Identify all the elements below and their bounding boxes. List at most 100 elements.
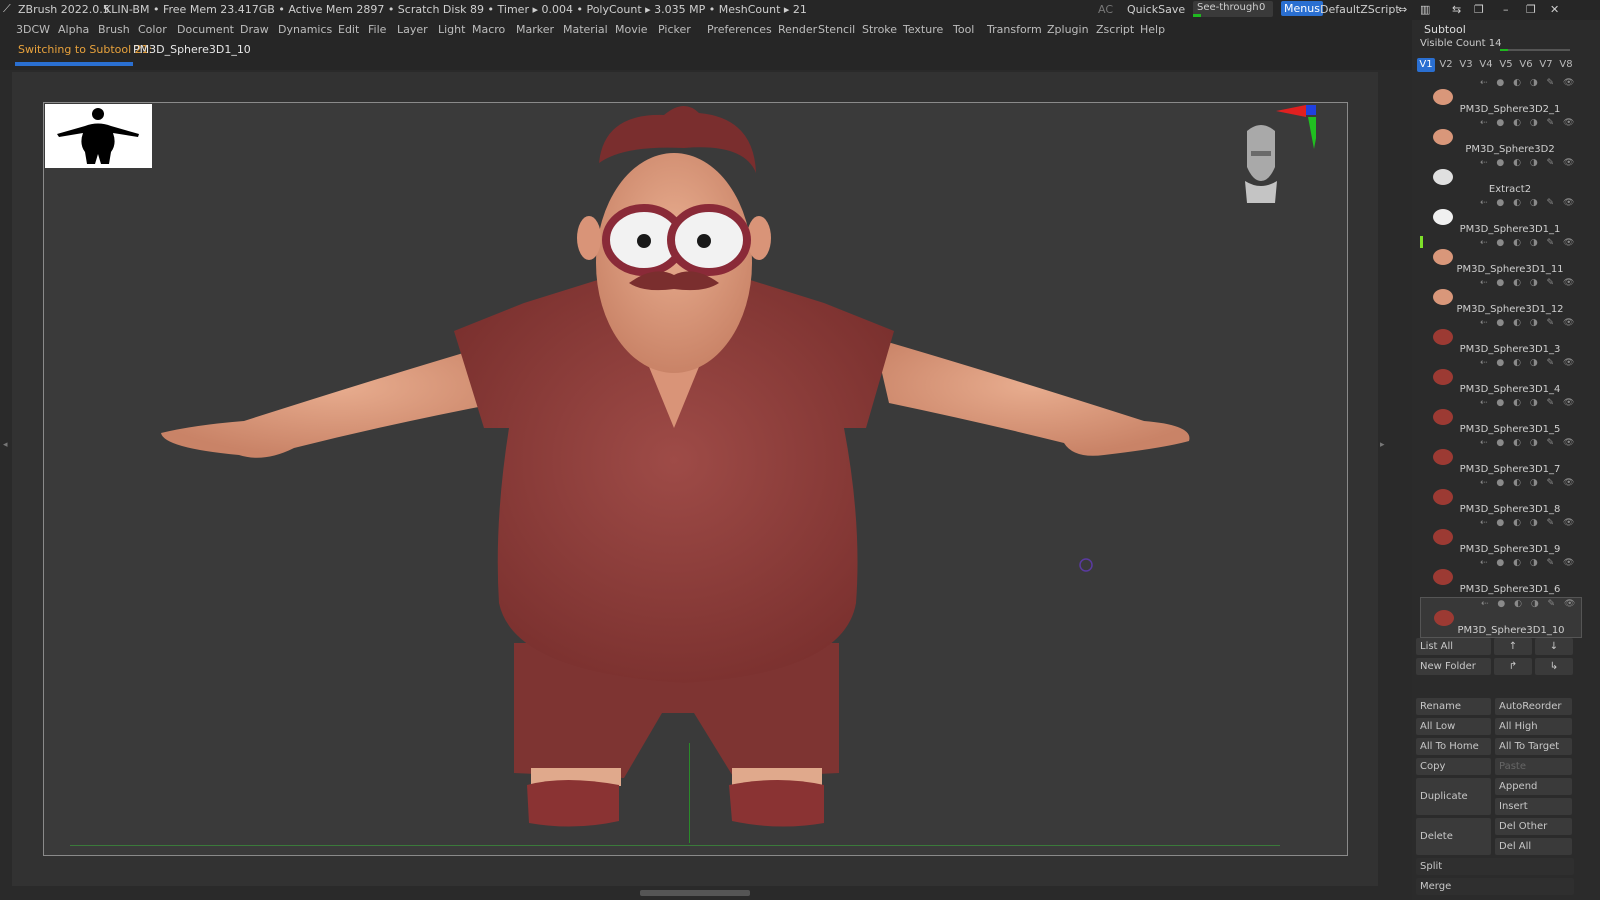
- copy-button[interactable]: Copy: [1416, 758, 1491, 775]
- subtool-toggle-icons[interactable]: ⇠ ● ◐ ◑ ✎ 👁: [1481, 599, 1578, 609]
- default-zscript[interactable]: DefaultZScript: [1320, 3, 1400, 16]
- del-all-button[interactable]: Del All: [1495, 838, 1572, 855]
- subtool-toggle-icons[interactable]: ⇠ ● ◐ ◑ ✎ 👁: [1480, 158, 1577, 168]
- rename-button[interactable]: Rename: [1416, 698, 1491, 715]
- delete-button[interactable]: Delete: [1416, 818, 1491, 855]
- subtool-item[interactable]: ⇠ ● ◐ ◑ ✎ 👁 PM3D_Sphere3D1_4: [1420, 357, 1580, 396]
- subtool-item[interactable]: ⇠ ● ◐ ◑ ✎ 👁 PM3D_Sphere3D1_7: [1420, 437, 1580, 476]
- subtool-toggle-icons[interactable]: ⇠ ● ◐ ◑ ✎ 👁: [1480, 238, 1577, 248]
- document-canvas[interactable]: [43, 102, 1348, 856]
- subtool-item[interactable]: ⇠ ● ◐ ◑ ✎ 👁 PM3D_Sphere3D1_12: [1420, 277, 1580, 316]
- menu-movie[interactable]: Movie: [615, 23, 648, 36]
- all-low-button[interactable]: All Low: [1416, 718, 1491, 735]
- menu-macro[interactable]: Macro: [472, 23, 505, 36]
- all-high-button[interactable]: All High: [1495, 718, 1572, 735]
- right-shelf-handle[interactable]: ▸: [1380, 440, 1385, 470]
- menu-light[interactable]: Light: [438, 23, 465, 36]
- close-icon[interactable]: ✕: [1550, 3, 1559, 16]
- bottom-shelf-handle[interactable]: [640, 890, 750, 896]
- merge-button[interactable]: Merge: [1416, 878, 1574, 895]
- character-model[interactable]: [44, 103, 1349, 857]
- menu-help[interactable]: Help: [1140, 23, 1165, 36]
- ac-label[interactable]: AC: [1098, 3, 1113, 16]
- subtool-toggle-icons[interactable]: ⇠ ● ◐ ◑ ✎ 👁: [1480, 118, 1577, 128]
- menu-edit[interactable]: Edit: [338, 23, 359, 36]
- insert-button[interactable]: Insert: [1495, 798, 1572, 815]
- subtool-toggle-icons[interactable]: ⇠ ● ◐ ◑ ✎ 👁: [1480, 518, 1577, 528]
- new-folder-button[interactable]: New Folder: [1416, 658, 1491, 675]
- menu-layer[interactable]: Layer: [397, 23, 428, 36]
- version-tab-v6[interactable]: V6: [1517, 58, 1535, 72]
- menu-preferences[interactable]: Preferences: [707, 23, 772, 36]
- version-tab-v3[interactable]: V3: [1457, 58, 1475, 72]
- version-tab-v5[interactable]: V5: [1497, 58, 1515, 72]
- version-tab-v8[interactable]: V8: [1557, 58, 1575, 72]
- quicksave-button[interactable]: QuickSave: [1127, 3, 1185, 16]
- subtool-item[interactable]: ⇠ ● ◐ ◑ ✎ 👁 PM3D_Sphere3D1_3: [1420, 317, 1580, 356]
- subtool-item[interactable]: ⇠ ● ◐ ◑ ✎ 👁 PM3D_Sphere3D1_5: [1420, 397, 1580, 436]
- all-to-home-button[interactable]: All To Home: [1416, 738, 1491, 755]
- version-tab-v7[interactable]: V7: [1537, 58, 1555, 72]
- menu-stroke[interactable]: Stroke: [862, 23, 897, 36]
- menu-marker[interactable]: Marker: [516, 23, 554, 36]
- visible-count-slider[interactable]: [1500, 49, 1570, 51]
- undo-history-icon[interactable]: ⇆: [1452, 3, 1461, 16]
- menu-color[interactable]: Color: [138, 23, 167, 36]
- autoreorder-button[interactable]: AutoReorder: [1495, 698, 1572, 715]
- subtool-item[interactable]: ⇠ ● ◐ ◑ ✎ 👁 PM3D_Sphere3D1_10: [1420, 597, 1582, 638]
- subtool-item[interactable]: ⇠ ● ◐ ◑ ✎ 👁 PM3D_Sphere3D1_8: [1420, 477, 1580, 516]
- append-button[interactable]: Append: [1495, 778, 1572, 795]
- layout-icon[interactable]: ⇔: [1398, 3, 1407, 16]
- list-all-button[interactable]: List All: [1416, 638, 1491, 655]
- folder-back-button[interactable]: ↳: [1535, 658, 1573, 675]
- subtool-item[interactable]: ⇠ ● ◐ ◑ ✎ 👁 PM3D_Sphere3D1_9: [1420, 517, 1580, 556]
- move-down-button[interactable]: ↓: [1535, 638, 1573, 655]
- version-tab-v1[interactable]: V1: [1417, 58, 1435, 72]
- del-other-button[interactable]: Del Other: [1495, 818, 1572, 835]
- subtool-item[interactable]: ⇠ ● ◐ ◑ ✎ 👁 Extract2: [1420, 157, 1580, 196]
- menu-transform[interactable]: Transform: [987, 23, 1042, 36]
- split-button[interactable]: Split: [1416, 858, 1574, 875]
- duplicate-button[interactable]: Duplicate: [1416, 778, 1491, 815]
- seethrough-slider[interactable]: See-through 0: [1193, 1, 1273, 17]
- subtool-toggle-icons[interactable]: ⇠ ● ◐ ◑ ✎ 👁: [1480, 398, 1577, 408]
- move-up-button[interactable]: ↑: [1494, 638, 1532, 655]
- menu-file[interactable]: File: [368, 23, 386, 36]
- menu-stencil[interactable]: Stencil: [818, 23, 855, 36]
- minimize-icon[interactable]: –: [1503, 3, 1509, 16]
- all-to-target-button[interactable]: All To Target: [1495, 738, 1572, 755]
- subtool-toggle-icons[interactable]: ⇠ ● ◐ ◑ ✎ 👁: [1480, 318, 1577, 328]
- menu-3dcw[interactable]: 3DCW: [16, 23, 50, 36]
- subtool-toggle-icons[interactable]: ⇠ ● ◐ ◑ ✎ 👁: [1480, 278, 1577, 288]
- menu-document[interactable]: Document: [177, 23, 234, 36]
- menu-texture[interactable]: Texture: [903, 23, 943, 36]
- menu-tool[interactable]: Tool: [953, 23, 974, 36]
- menu-zplugin[interactable]: Zplugin: [1047, 23, 1089, 36]
- subtool-item[interactable]: ⇠ ● ◐ ◑ ✎ 👁 PM3D_Sphere3D2: [1420, 117, 1580, 156]
- left-shelf-handle[interactable]: ◂: [3, 440, 8, 470]
- menu-zscript[interactable]: Zscript: [1096, 23, 1134, 36]
- menu-brush[interactable]: Brush: [98, 23, 130, 36]
- subtool-item[interactable]: ⇠ ● ◐ ◑ ✎ 👁 PM3D_Sphere3D1_1: [1420, 197, 1580, 236]
- subtool-toggle-icons[interactable]: ⇠ ● ◐ ◑ ✎ 👁: [1480, 438, 1577, 448]
- subtool-toggle-icons[interactable]: ⇠ ● ◐ ◑ ✎ 👁: [1480, 558, 1577, 568]
- menu-alpha[interactable]: Alpha: [58, 23, 89, 36]
- subtool-header[interactable]: Subtool: [1424, 23, 1466, 36]
- subtool-toggle-icons[interactable]: ⇠ ● ◐ ◑ ✎ 👁: [1480, 198, 1577, 208]
- version-tab-v2[interactable]: V2: [1437, 58, 1455, 72]
- menu-picker[interactable]: Picker: [658, 23, 691, 36]
- menu-dynamics[interactable]: Dynamics: [278, 23, 332, 36]
- window-layout-icon[interactable]: ❐: [1474, 3, 1484, 16]
- menu-draw[interactable]: Draw: [240, 23, 269, 36]
- subtool-toggle-icons[interactable]: ⇠ ● ◐ ◑ ✎ 👁: [1480, 478, 1577, 488]
- folder-forward-button[interactable]: ↱: [1494, 658, 1532, 675]
- paste-button[interactable]: Paste: [1495, 758, 1572, 775]
- maximize-icon[interactable]: ❐: [1526, 3, 1536, 16]
- visible-count[interactable]: Visible Count 14: [1420, 38, 1501, 49]
- subtool-toggle-icons[interactable]: ⇠ ● ◐ ◑ ✎ 👁: [1480, 78, 1577, 88]
- menu-render[interactable]: Render: [778, 23, 817, 36]
- subtool-item[interactable]: ⇠ ● ◐ ◑ ✎ 👁 PM3D_Sphere3D1_11: [1420, 237, 1580, 276]
- version-tab-v4[interactable]: V4: [1477, 58, 1495, 72]
- zbrush-logo-icon[interactable]: ⟋: [3, 2, 11, 16]
- subtool-item[interactable]: ⇠ ● ◐ ◑ ✎ 👁 PM3D_Sphere3D1_6: [1420, 557, 1580, 596]
